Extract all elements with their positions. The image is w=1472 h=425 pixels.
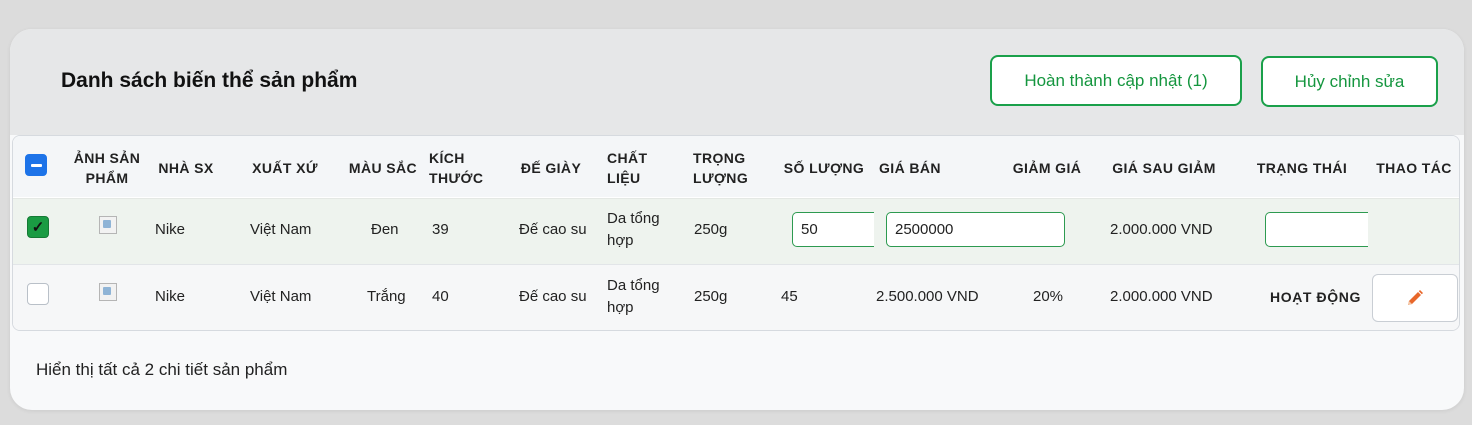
table-header: ẢNH SẢN PHẨM NHÀ SX XUẤT XỨ MÀU SẮC KÍCH…	[13, 136, 1459, 197]
row-checkbox[interactable]	[27, 283, 49, 305]
table-row: Nike Việt Nam Trắng 40 Đế cao su Da tổng…	[13, 264, 1459, 330]
page-title: Danh sách biến thể sản phẩm	[61, 69, 358, 92]
column-header-quantity: SỐ LƯỢNG	[783, 160, 865, 176]
column-header-weight: TRỌNG LƯỢNG	[693, 150, 749, 186]
column-header-image: ẢNH SẢN PHẨM	[73, 150, 141, 186]
cell-sole: Đế cao su	[519, 288, 587, 305]
cell-color: Trắng	[367, 288, 406, 305]
column-header-final-price: GIÁ SAU GIẢM	[1112, 160, 1216, 176]
table-row: ✓ Nike Việt Nam Đen 39 Đế cao su Da tổng…	[13, 198, 1459, 265]
cell-sole: Đế cao su	[519, 221, 587, 238]
cell-weight: 250g	[694, 221, 728, 238]
cell-final-price: 2.000.000 VND	[1110, 288, 1213, 305]
card-header: Danh sách biến thể sản phẩm Hoàn thành c…	[10, 29, 1464, 135]
column-header-actions: THAO TÁC	[1376, 160, 1452, 176]
cell-brand: Nike	[155, 221, 186, 238]
cell-final-price: 2.000.000 VND	[1110, 221, 1213, 238]
checkmark-icon: ✓	[31, 219, 45, 236]
column-header-color: MÀU SẮC	[348, 160, 418, 176]
row-checkbox-checked[interactable]: ✓	[27, 216, 49, 238]
cell-material: Da tổng hợp	[607, 277, 660, 316]
cell-origin: Việt Nam	[250, 221, 312, 238]
cell-weight: 250g	[694, 288, 728, 305]
product-image-placeholder	[99, 216, 117, 234]
product-image-placeholder	[99, 283, 117, 301]
cell-discount: 20%	[1033, 288, 1064, 305]
select-all-checkbox[interactable]	[25, 154, 47, 176]
cell-size: 39	[432, 221, 449, 238]
column-header-discount: GIẢM GIÁ	[1012, 160, 1082, 176]
cell-price: 2.500.000 VND	[876, 288, 979, 305]
cell-size: 40	[432, 288, 449, 305]
column-header-origin: XUẤT XỨ	[252, 160, 318, 176]
edit-button[interactable]	[1372, 274, 1458, 322]
cell-origin: Việt Nam	[250, 288, 312, 305]
cell-color: Đen	[371, 221, 399, 238]
footer-summary: Hiển thị tất cả 2 chi tiết sản phẩm	[36, 360, 288, 379]
column-header-size: KÍCH THƯỚC	[429, 150, 484, 186]
finish-update-button[interactable]: Hoàn thành cập nhật (1)	[990, 55, 1242, 106]
column-header-status: TRẠNG THÁI	[1256, 160, 1348, 176]
minus-icon	[30, 163, 42, 167]
quantity-input[interactable]	[792, 212, 874, 247]
cancel-edit-button[interactable]: Hủy chỉnh sửa	[1261, 56, 1438, 107]
variant-table: ẢNH SẢN PHẨM NHÀ SX XUẤT XỨ MÀU SẮC KÍCH…	[12, 135, 1460, 331]
price-input[interactable]	[886, 212, 1065, 247]
pencil-icon	[1408, 290, 1423, 305]
column-header-price: GIÁ BÁN	[879, 160, 941, 176]
status-badge: HOẠT ĐỘNG	[1270, 289, 1361, 305]
cell-material: Da tổng hợp	[607, 210, 660, 249]
column-header-material: CHẤT LIỆU	[607, 150, 648, 186]
variant-list-card: Danh sách biến thể sản phẩm Hoàn thành c…	[10, 29, 1464, 410]
cell-quantity: 45	[781, 288, 798, 305]
column-header-sole: ĐẾ GIÀY	[520, 160, 582, 176]
status-input[interactable]	[1265, 212, 1368, 247]
column-header-brand: NHÀ SX	[158, 160, 214, 176]
cell-brand: Nike	[155, 288, 186, 305]
